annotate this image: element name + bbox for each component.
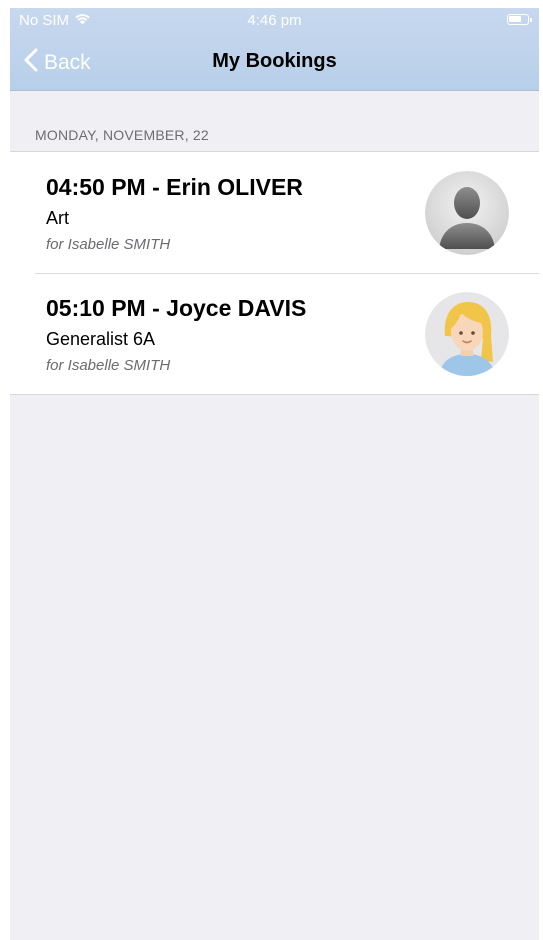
booking-row-2[interactable]: 05:10 PM - Joyce DAVIS Generalist 6A for… bbox=[10, 273, 539, 394]
battery-icon bbox=[507, 14, 532, 25]
booking-subject: Art bbox=[46, 208, 70, 228]
app-screen: No SIM 4:46 pm Back My Bookings MONDAY, … bbox=[10, 8, 539, 940]
booking-subject: Generalist 6A bbox=[46, 329, 156, 349]
bookings-list: 04:50 PM - Erin OLIVER Art for Isabelle … bbox=[10, 151, 539, 395]
navigation-bar: Back My Bookings bbox=[10, 36, 539, 88]
woman-avatar-icon bbox=[425, 292, 509, 376]
status-bar: No SIM 4:46 pm bbox=[10, 8, 539, 34]
person-silhouette-icon bbox=[425, 171, 509, 255]
top-bar: No SIM 4:46 pm Back My Bookings bbox=[10, 8, 539, 91]
booking-title: 05:10 PM - Joyce DAVIS bbox=[46, 295, 307, 321]
section-date-header: MONDAY, NOVEMBER, 22 bbox=[35, 127, 209, 143]
status-time: 4:46 pm bbox=[247, 12, 302, 29]
booking-for: for Isabelle SMITH bbox=[46, 357, 171, 374]
booking-for: for Isabelle SMITH bbox=[46, 236, 171, 253]
booking-row-1[interactable]: 04:50 PM - Erin OLIVER Art for Isabelle … bbox=[10, 152, 539, 273]
booking-title: 04:50 PM - Erin OLIVER bbox=[46, 174, 303, 200]
page-title: My Bookings bbox=[212, 50, 337, 72]
